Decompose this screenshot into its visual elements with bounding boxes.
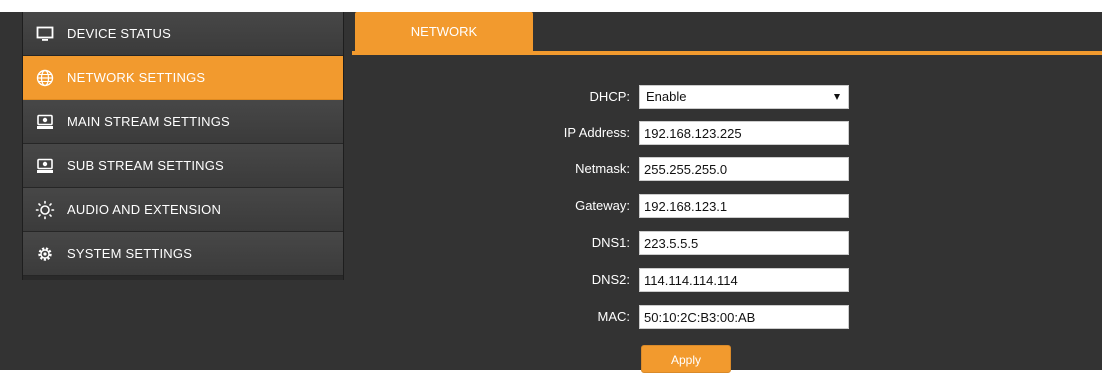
dhcp-row: DHCP: Enable — [352, 85, 1102, 109]
tab-underline — [352, 51, 1102, 55]
gateway-row: Gateway: — [352, 194, 1102, 218]
hard-drive-icon — [35, 112, 55, 132]
main-top-spacer — [352, 0, 1102, 12]
sidebar-item-device-status[interactable]: DEVICE STATUS — [23, 12, 343, 56]
dns2-row: DNS2: — [352, 268, 1102, 292]
sidebar-item-main-stream-settings[interactable]: MAIN STREAM SETTINGS — [23, 100, 343, 144]
sidebar-item-label: DEVICE STATUS — [67, 26, 171, 41]
gateway-input[interactable] — [639, 194, 849, 218]
netmask-label: Netmask: — [575, 161, 630, 176]
sidebar-item-audio-and-extension[interactable]: AUDIO AND EXTENSION — [23, 188, 343, 232]
ip-address-input[interactable] — [639, 121, 849, 145]
sidebar-top-spacer — [0, 0, 352, 12]
dhcp-select[interactable]: Enable — [639, 85, 849, 109]
globe-icon — [35, 68, 55, 88]
sidebar-item-label: AUDIO AND EXTENSION — [67, 202, 222, 217]
dns2-label: DNS2: — [591, 272, 630, 287]
sidebar-item-label: SYSTEM SETTINGS — [67, 246, 193, 261]
sidebar-item-network-settings[interactable]: NETWORK SETTINGS — [23, 56, 343, 100]
netmask-row: Netmask: — [352, 157, 1102, 181]
dns1-input[interactable] — [639, 231, 849, 255]
dhcp-label: DHCP: — [589, 89, 630, 104]
apply-button[interactable]: Apply — [641, 345, 731, 373]
sidebar-item-label: NETWORK SETTINGS — [67, 70, 206, 85]
sun-icon — [35, 200, 55, 220]
gateway-label: Gateway: — [575, 198, 630, 213]
gear-icon — [35, 244, 55, 264]
tab-network[interactable]: NETWORK — [355, 12, 533, 51]
sidebar: DEVICE STATUS NETWORK SETTINGS MAIN STRE… — [0, 0, 352, 370]
netmask-input[interactable] — [639, 157, 849, 181]
ip-row: IP Address: — [352, 121, 1102, 145]
monitor-icon — [35, 24, 55, 44]
menu-bottom-border — [23, 276, 343, 280]
dns1-label: DNS1: — [591, 235, 630, 250]
sidebar-item-sub-stream-settings[interactable]: SUB STREAM SETTINGS — [23, 144, 343, 188]
dropdown-arrow-icon — [834, 94, 840, 100]
main-panel: NETWORK DHCP: Enable IP Address: Netmask… — [352, 0, 1102, 373]
sidebar-item-label: MAIN STREAM SETTINGS — [67, 114, 230, 129]
mac-input[interactable] — [639, 305, 849, 329]
dns2-input[interactable] — [639, 268, 849, 292]
sidebar-item-label: SUB STREAM SETTINGS — [67, 158, 224, 173]
dhcp-selected-value: Enable — [646, 89, 687, 104]
sidebar-item-system-settings[interactable]: SYSTEM SETTINGS — [23, 232, 343, 276]
mac-label: MAC: — [597, 309, 631, 324]
sidebar-menu: DEVICE STATUS NETWORK SETTINGS MAIN STRE… — [22, 12, 344, 280]
ip-address-label: IP Address: — [563, 125, 630, 140]
mac-row: MAC: — [352, 305, 1102, 329]
hard-drive-icon — [35, 156, 55, 176]
dns1-row: DNS1: — [352, 231, 1102, 255]
